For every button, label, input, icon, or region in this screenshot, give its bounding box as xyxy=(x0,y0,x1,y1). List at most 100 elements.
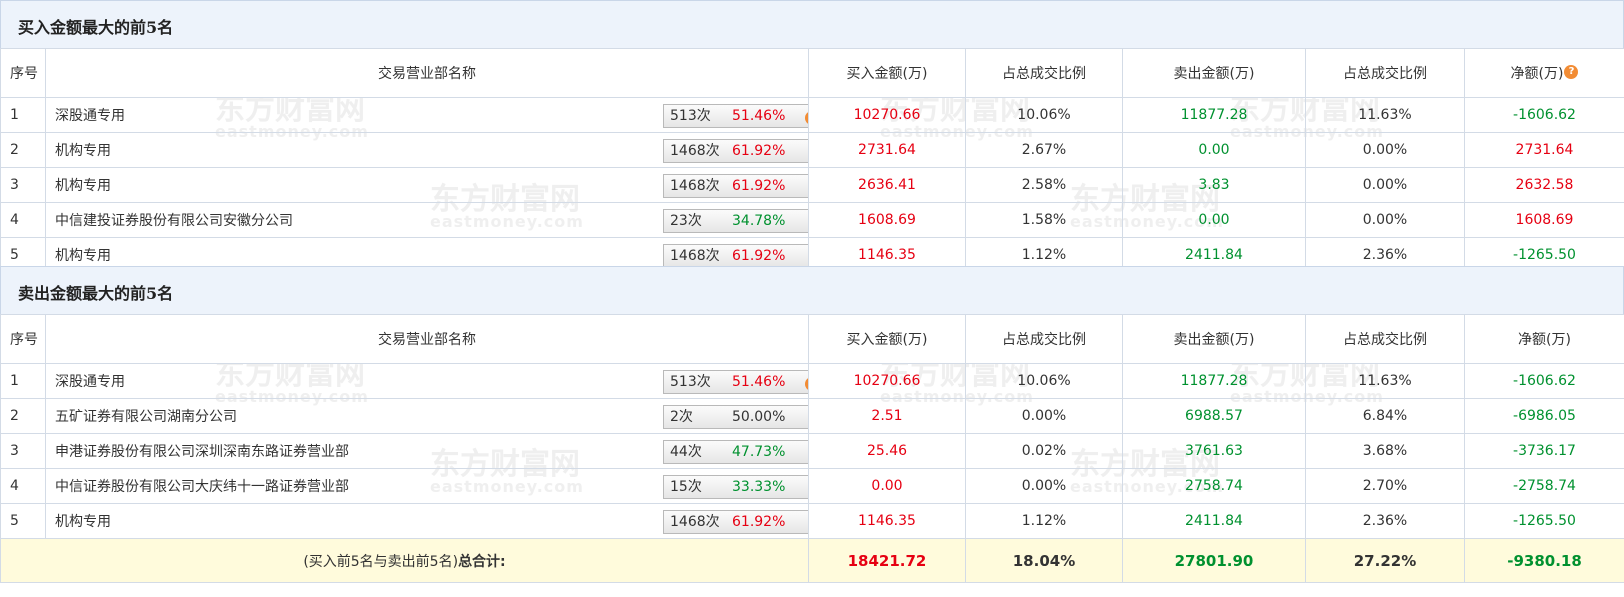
branch-name-cell: 机构专用 1468次 61.92% xyxy=(45,167,809,203)
branch-name-cell: 五矿证券有限公司湖南分公司 2次 50.00% xyxy=(45,398,809,434)
sell-ratio-cell: 0.00% xyxy=(1305,132,1465,168)
col-rank-header: 序号 xyxy=(0,48,46,98)
win-rate: 61.92% xyxy=(732,514,786,530)
buy-ratio-cell: 2.67% xyxy=(965,132,1123,168)
branch-name-link[interactable]: 机构专用 xyxy=(55,248,111,264)
branch-name-link[interactable]: 中信证券股份有限公司大庆纬十一路证券营业部 xyxy=(55,479,349,495)
table-row: 1 深股通专用 513次 51.46%?10270.6610.06%11877.281… xyxy=(0,363,1624,399)
net-amount-cell: -2758.74 xyxy=(1464,468,1624,504)
total-label-prefix: (买入前5名与卖出前5名) xyxy=(303,553,459,570)
listing-count: 1468次 xyxy=(670,143,720,159)
branch-stats-button[interactable]: 513次 51.46%? xyxy=(663,370,808,394)
branch-name-cell: 深股通专用 513次 51.46%? xyxy=(45,97,809,133)
total-label-bold: 总合计: xyxy=(458,553,506,570)
col-sell-ratio-header: 占总成交比例 xyxy=(1305,48,1465,98)
sell-amount-cell: 11877.28 xyxy=(1122,97,1306,133)
branch-stats-button[interactable]: 513次 51.46%? xyxy=(663,104,808,128)
table-row: 1 深股通专用 513次 51.46%?10270.6610.06%11877.281… xyxy=(0,97,1624,133)
rank-cell: 1 xyxy=(0,363,46,399)
table-header-row: 序号 交易营业部名称 买入金额(万) 占总成交比例 卖出金额(万) 占总成交比例… xyxy=(0,48,1624,98)
table-row: 4 中信建投证券股份有限公司安徽分公司 23次 34.78% 1608.69 1.58% 0… xyxy=(0,202,1624,238)
question-icon[interactable]: ? xyxy=(1564,65,1579,79)
branch-name-link[interactable]: 五矿证券有限公司湖南分公司 xyxy=(55,409,237,425)
col-net-header: 净额(万)? xyxy=(1464,48,1624,98)
total-buy-ratio-cell: 18.04% xyxy=(965,538,1123,583)
buy-amount-cell: 10270.66 xyxy=(808,97,966,133)
branch-stats-button[interactable]: 1468次 61.92% xyxy=(663,174,808,198)
sell-amount-cell: 3761.63 xyxy=(1122,433,1306,469)
rank-cell: 1 xyxy=(0,97,46,133)
listing-count: 513次 xyxy=(670,374,711,390)
branch-name-link[interactable]: 机构专用 xyxy=(55,143,111,159)
sell-ratio-cell: 0.00% xyxy=(1305,167,1465,203)
branch-name-link[interactable]: 中信建投证券股份有限公司安徽分公司 xyxy=(55,213,293,229)
col-rank-header: 序号 xyxy=(0,314,46,364)
listing-count: 1468次 xyxy=(670,514,720,530)
total-label: (买入前5名与卖出前5名)总合计: xyxy=(0,538,809,583)
sell-amount-cell: 2411.84 xyxy=(1122,503,1306,539)
branch-stats-button[interactable]: 1468次 61.92% xyxy=(663,510,808,534)
buy-ratio-cell: 0.00% xyxy=(965,398,1123,434)
table-row: 2 五矿证券有限公司湖南分公司 2次 50.00% 2.51 0.00% 6988.57 6.… xyxy=(0,398,1624,434)
branch-stats-button[interactable]: 1468次 61.92% xyxy=(663,139,808,163)
listing-count: 15次 xyxy=(670,479,702,495)
total-sell-cell: 27801.90 xyxy=(1122,538,1306,583)
branch-name-cell: 机构专用 1468次 61.92% xyxy=(45,132,809,168)
branch-stats-button[interactable]: 1468次 61.92% xyxy=(663,244,808,268)
sell-ratio-cell: 0.00% xyxy=(1305,202,1465,238)
buy-section-title-bar: 买入金额最大的前5名 xyxy=(0,0,1624,48)
rank-cell: 5 xyxy=(0,503,46,539)
total-row: (买入前5名与卖出前5名)总合计: 18421.72 18.04% 27801.90 2… xyxy=(0,538,1624,583)
rank-cell: 2 xyxy=(0,132,46,168)
branch-name-link[interactable]: 深股通专用 xyxy=(55,108,125,124)
sell-section-title-bar: 卖出金额最大的前5名 xyxy=(0,266,1624,314)
sell-amount-cell: 6988.57 xyxy=(1122,398,1306,434)
branch-stats-button[interactable]: 2次 50.00% xyxy=(663,405,808,429)
net-amount-cell: 2632.58 xyxy=(1464,167,1624,203)
branch-name-link[interactable]: 机构专用 xyxy=(55,178,111,194)
branch-name-link[interactable]: 机构专用 xyxy=(55,514,111,530)
branch-name-cell: 机构专用 1468次 61.92% xyxy=(45,503,809,539)
branch-stats-button[interactable]: 44次 47.73% xyxy=(663,440,808,464)
table-row: 4 中信证券股份有限公司大庆纬十一路证券营业部 15次 33.33% 0.00 0.00%… xyxy=(0,468,1624,504)
buy-ratio-cell: 10.06% xyxy=(965,97,1123,133)
sell-ratio-cell: 3.68% xyxy=(1305,433,1465,469)
buy-amount-cell: 10270.66 xyxy=(808,363,966,399)
win-rate: 50.00% xyxy=(732,409,786,425)
question-icon[interactable]: ? xyxy=(805,111,808,125)
sell-ratio-cell: 11.63% xyxy=(1305,363,1465,399)
buy-amount-cell: 2731.64 xyxy=(808,132,966,168)
net-amount-cell: -1606.62 xyxy=(1464,363,1624,399)
table-row: 3 申港证券股份有限公司深圳深南东路证券营业部 44次 47.73% 25.46 0.02… xyxy=(0,433,1624,469)
branch-name-cell: 中信建投证券股份有限公司安徽分公司 23次 34.78% xyxy=(45,202,809,238)
branch-name-link[interactable]: 深股通专用 xyxy=(55,374,125,390)
win-rate: 61.92% xyxy=(732,248,786,264)
table-row: 2 机构专用 1468次 61.92% 2731.64 2.67% 0.00 0.00% 273… xyxy=(0,132,1624,168)
col-branch-header: 交易营业部名称 xyxy=(45,314,809,364)
branch-name-cell: 深股通专用 513次 51.46%? xyxy=(45,363,809,399)
question-icon[interactable]: ? xyxy=(805,377,808,391)
branch-stats-button[interactable]: 23次 34.78% xyxy=(663,209,808,233)
total-buy-cell: 18421.72 xyxy=(808,538,966,583)
buy-ratio-cell: 1.12% xyxy=(965,503,1123,539)
sell-amount-cell: 0.00 xyxy=(1122,132,1306,168)
branch-stats-button[interactable]: 15次 33.33% xyxy=(663,475,808,499)
col-buy-header: 买入金额(万) xyxy=(808,48,966,98)
sell-top5-table: 序号 交易营业部名称 买入金额(万) 占总成交比例 卖出金额(万) 占总成交比例… xyxy=(0,314,1624,583)
buy-amount-cell: 2636.41 xyxy=(808,167,966,203)
rank-cell: 4 xyxy=(0,202,46,238)
win-rate: 34.78% xyxy=(732,213,786,229)
buy-amount-cell: 0.00 xyxy=(808,468,966,504)
col-buy-ratio-header: 占总成交比例 xyxy=(965,314,1123,364)
sell-amount-cell: 3.83 xyxy=(1122,167,1306,203)
sell-amount-cell: 11877.28 xyxy=(1122,363,1306,399)
buy-section-title: 买入金额最大的前5名 xyxy=(18,18,174,37)
rank-cell: 2 xyxy=(0,398,46,434)
buy-amount-cell: 2.51 xyxy=(808,398,966,434)
sell-section-title: 卖出金额最大的前5名 xyxy=(18,284,174,303)
buy-top5-table: 序号 交易营业部名称 买入金额(万) 占总成交比例 卖出金额(万) 占总成交比例… xyxy=(0,48,1624,273)
sell-ratio-cell: 6.84% xyxy=(1305,398,1465,434)
branch-name-link[interactable]: 申港证券股份有限公司深圳深南东路证券营业部 xyxy=(55,444,349,460)
win-rate: 61.92% xyxy=(732,178,786,194)
listing-count: 23次 xyxy=(670,213,702,229)
